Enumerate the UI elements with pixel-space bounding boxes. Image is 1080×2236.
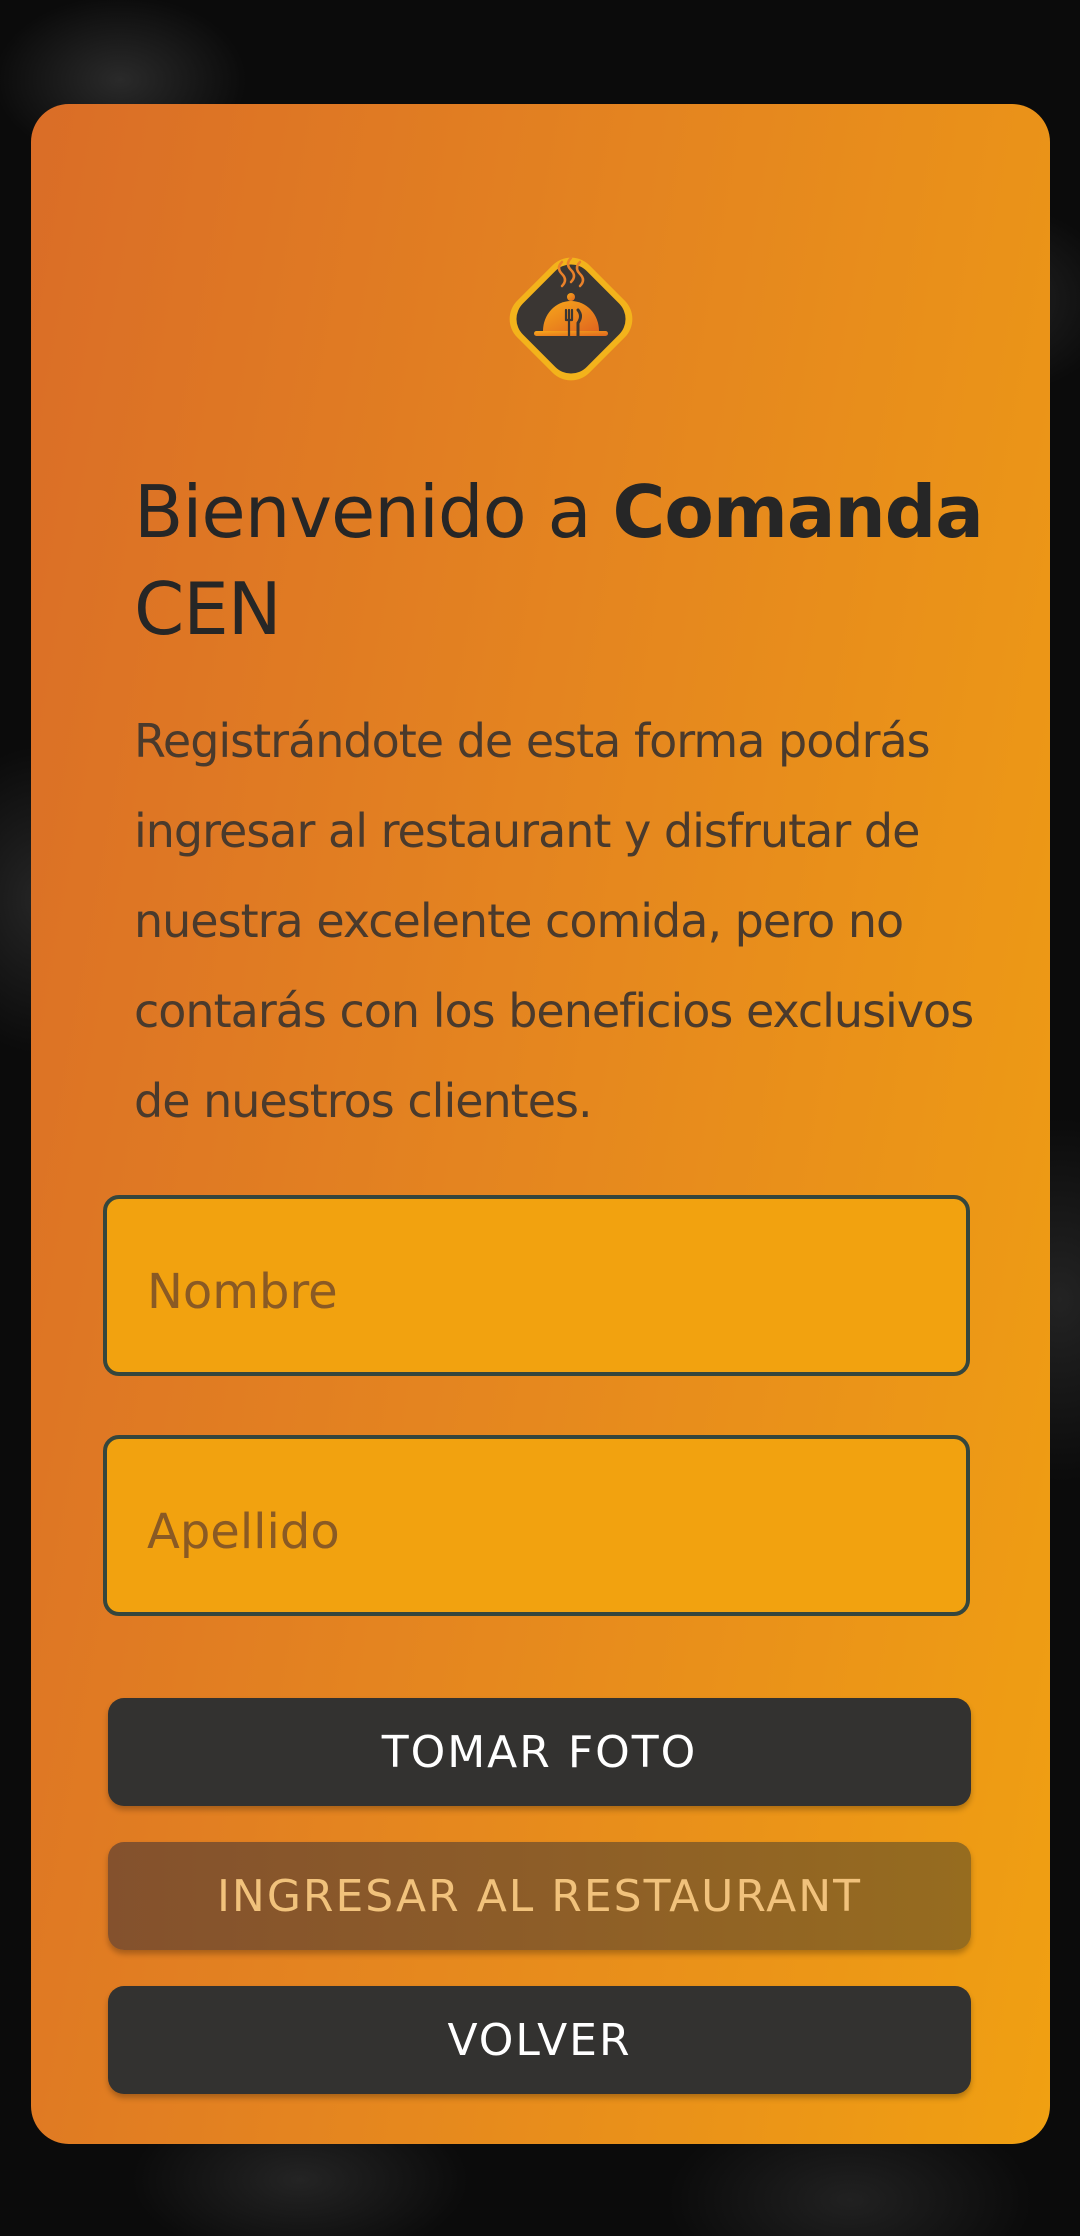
serving-cloche-icon <box>509 256 633 381</box>
apellido-input[interactable] <box>147 1503 926 1560</box>
app-logo <box>496 244 646 394</box>
registration-description: Registrándote de esta forma podrás ingre… <box>134 714 974 1128</box>
title-regular-text: Bienvenido a <box>134 470 613 554</box>
nombre-input[interactable] <box>147 1263 926 1320</box>
registration-card: Bienvenido a Comanda CEN Registrándote de… <box>31 104 1050 2144</box>
title-bold-text: Comanda <box>612 470 984 554</box>
nombre-field[interactable] <box>103 1195 970 1376</box>
page-title: Bienvenido a Comanda CEN <box>134 464 1034 658</box>
title-second-line: CEN <box>134 567 282 651</box>
enter-restaurant-button[interactable]: INGRESAR AL RESTAURANT <box>108 1842 971 1950</box>
take-photo-button[interactable]: TOMAR FOTO <box>108 1698 971 1806</box>
back-button[interactable]: VOLVER <box>108 1986 971 2094</box>
apellido-field[interactable] <box>103 1435 970 1616</box>
